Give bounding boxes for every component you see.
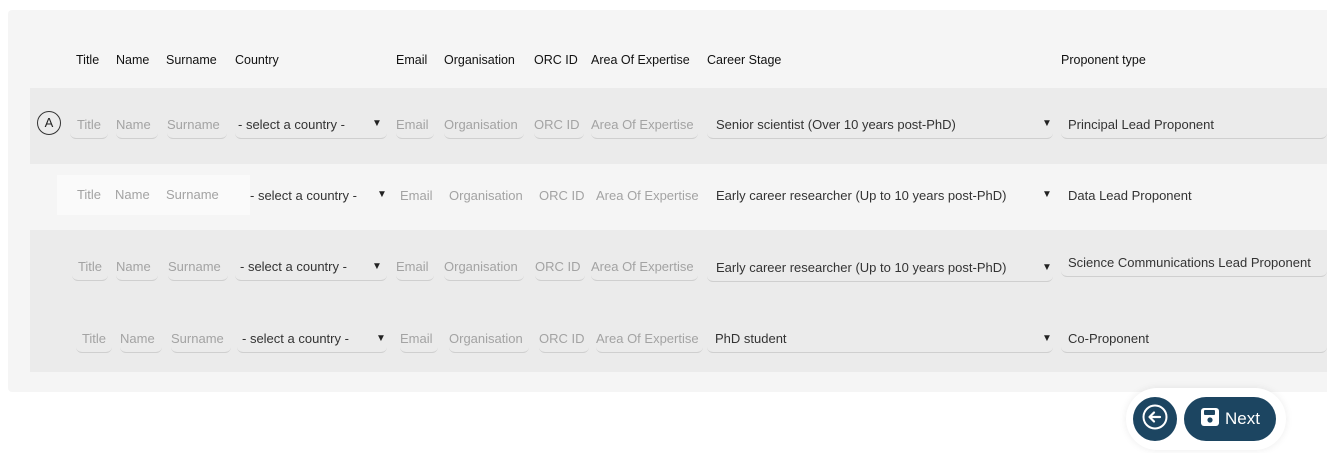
arrow-left-icon <box>1142 404 1168 435</box>
expertise-field[interactable]: Area Of Expertise <box>596 188 703 210</box>
orcid-field[interactable]: ORC ID <box>535 259 585 281</box>
country-select[interactable]: - select a country - <box>235 259 387 281</box>
title-field[interactable]: Title <box>76 331 112 353</box>
chevron-down-icon: ▼ <box>372 261 382 272</box>
surname-field[interactable]: Surname <box>168 259 228 281</box>
email-field[interactable]: Email <box>400 331 438 353</box>
career-stage-select[interactable]: Early career researcher (Up to 10 years … <box>707 188 1053 210</box>
country-select[interactable]: - select a country - <box>235 117 387 139</box>
email-field[interactable]: Email <box>396 117 434 139</box>
header-expertise: Area Of Expertise <box>591 53 690 67</box>
title-field[interactable]: Title <box>70 187 108 209</box>
orcid-field[interactable]: ORC ID <box>539 331 589 353</box>
career-stage-select[interactable]: Senior scientist (Over 10 years post-PhD… <box>707 117 1053 139</box>
proponent-type-field[interactable]: Principal Lead Proponent <box>1061 117 1327 139</box>
orcid-field[interactable]: ORC ID <box>539 188 589 210</box>
name-field[interactable]: Name <box>120 331 162 353</box>
chevron-down-icon: ▼ <box>1042 333 1052 344</box>
organisation-field[interactable]: Organisation <box>449 188 529 210</box>
header-name: Name <box>116 53 150 67</box>
header-orcid: ORC ID <box>534 53 578 67</box>
organisation-field[interactable]: Organisation <box>444 259 524 281</box>
next-button[interactable]: Next <box>1184 397 1276 441</box>
header-career-stage: Career Stage <box>707 53 782 67</box>
header-proponent-type: Proponent type <box>1061 53 1146 67</box>
proponent-type-field[interactable]: Co-Proponent <box>1061 331 1327 353</box>
organisation-field[interactable]: Organisation <box>449 331 529 353</box>
proponent-type-field[interactable]: Data Lead Proponent <box>1061 188 1327 210</box>
career-stage-select[interactable]: PhD student <box>707 331 1053 353</box>
surname-field[interactable]: Surname <box>166 187 226 209</box>
header-organisation: Organisation <box>444 53 515 67</box>
expertise-field[interactable]: Area Of Expertise <box>596 331 703 353</box>
chevron-down-icon: ▼ <box>377 189 387 200</box>
title-field[interactable]: Title <box>72 259 108 281</box>
chevron-down-icon: ▼ <box>1042 118 1052 129</box>
country-select[interactable]: - select a country - <box>240 188 388 210</box>
expertise-field[interactable]: Area Of Expertise <box>591 117 698 139</box>
career-stage-select[interactable]: Early career researcher (Up to 10 years … <box>707 260 1053 282</box>
proponent-type-field[interactable]: Science Communications Lead Proponent <box>1061 255 1327 277</box>
orcid-field[interactable]: ORC ID <box>534 117 584 139</box>
name-field[interactable]: Name <box>115 187 157 209</box>
organisation-field[interactable]: Organisation <box>444 117 524 139</box>
row-label-badge: A <box>37 111 61 135</box>
header-surname: Surname <box>166 53 217 67</box>
name-field[interactable]: Name <box>116 117 158 139</box>
surname-field[interactable]: Surname <box>171 331 231 353</box>
chevron-down-icon: ▼ <box>1042 262 1052 273</box>
name-field[interactable]: Name <box>116 259 158 281</box>
next-label: Next <box>1225 409 1260 428</box>
surname-field[interactable]: Surname <box>167 117 227 139</box>
email-field[interactable]: Email <box>400 188 438 210</box>
chevron-down-icon: ▼ <box>372 118 382 129</box>
title-field[interactable]: Title <box>70 117 108 139</box>
expertise-field[interactable]: Area Of Expertise <box>591 259 698 281</box>
chevron-down-icon: ▼ <box>376 333 386 344</box>
save-icon <box>1200 407 1220 432</box>
header-country: Country <box>235 53 279 67</box>
chevron-down-icon: ▼ <box>1042 189 1052 200</box>
country-select[interactable]: - select a country - <box>237 331 387 353</box>
email-field[interactable]: Email <box>396 259 434 281</box>
header-title: Title <box>76 53 100 67</box>
header-email: Email <box>396 53 428 67</box>
back-button[interactable] <box>1133 397 1177 441</box>
